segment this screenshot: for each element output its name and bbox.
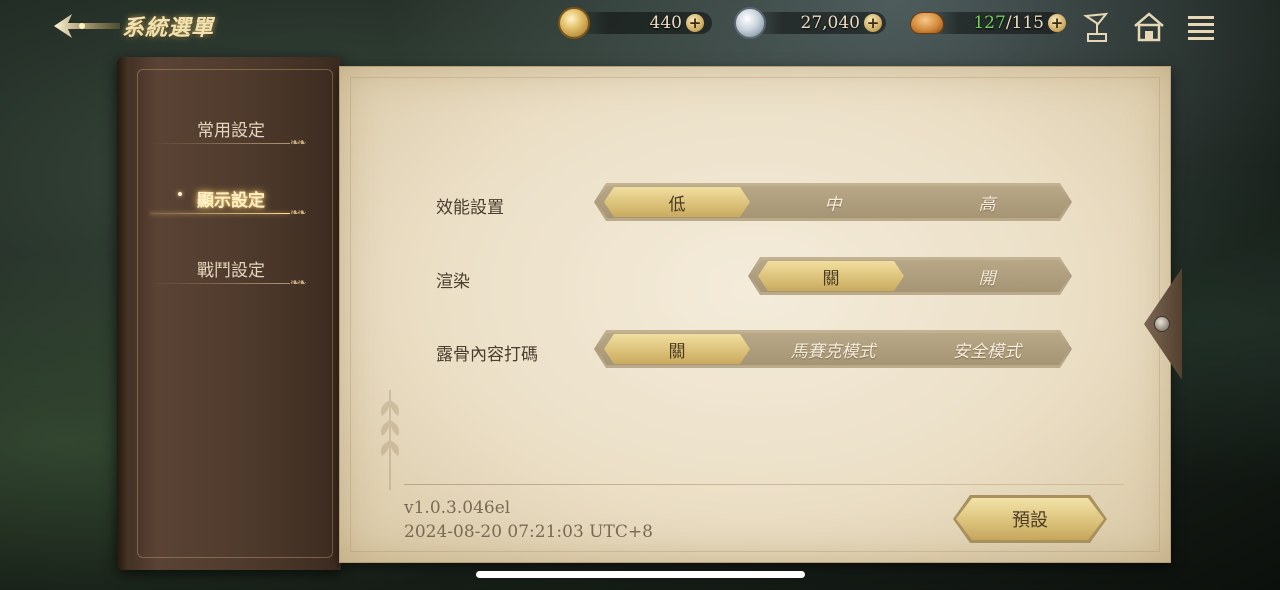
- divider: [404, 484, 1124, 485]
- performance-option-high[interactable]: 高: [914, 187, 1060, 217]
- rendering-option-on[interactable]: 開: [914, 261, 1060, 291]
- rendering-selector: 關 開: [748, 257, 1072, 295]
- home-icon[interactable]: [1132, 10, 1166, 44]
- gold-coin-icon: [558, 7, 590, 39]
- sidebar-item-label: 戰鬥設定: [197, 261, 265, 281]
- menu-icon[interactable]: [1184, 10, 1218, 44]
- performance-label: 效能設置: [436, 198, 504, 218]
- stamina-current: 127: [973, 13, 1006, 33]
- stamina-amount: 127/115: [944, 13, 1044, 33]
- censor-label: 露骨內容打碼: [436, 345, 538, 365]
- performance-option-low[interactable]: 低: [604, 187, 750, 217]
- sidebar-item-label: 常用設定: [197, 121, 265, 141]
- censor-selector: 關 馬賽克模式 安全模式: [594, 330, 1072, 368]
- reset-default-button[interactable]: 預設: [956, 498, 1104, 540]
- sprig-icon: ❧❧: [290, 276, 307, 289]
- censor-option-safe[interactable]: 安全模式: [914, 334, 1060, 364]
- version-text: v1.0.3.046el: [404, 498, 511, 518]
- censor-option-mosaic[interactable]: 馬賽克模式: [760, 334, 906, 364]
- stamina-max: /115: [1005, 13, 1044, 33]
- add-gold-button[interactable]: +: [686, 14, 704, 32]
- censor-option-off[interactable]: 關: [604, 334, 750, 364]
- timestamp-text: 2024-08-20 07:21:03 UTC+8: [404, 522, 653, 542]
- knob-icon: [1154, 316, 1170, 332]
- performance-option-mid[interactable]: 中: [760, 187, 906, 217]
- settings-panel: [339, 66, 1171, 563]
- add-stamina-button[interactable]: +: [1048, 14, 1066, 32]
- sprig-icon: ❧❧: [290, 206, 307, 219]
- back-arrow-icon: [54, 14, 120, 38]
- sidebar-item-display[interactable]: 顯示設定 ❧❧: [150, 186, 316, 226]
- bread-icon: [910, 12, 944, 34]
- add-silver-button[interactable]: +: [864, 14, 882, 32]
- rendering-option-off[interactable]: 關: [758, 261, 904, 291]
- screen-title: 系統選單: [122, 15, 215, 41]
- silver-amount: 27,040: [800, 13, 860, 33]
- sidebar-item-general[interactable]: 常用設定 ❧❧: [150, 116, 316, 156]
- rendering-label: 渲染: [436, 272, 470, 292]
- gold-resource: 440 +: [558, 7, 716, 39]
- sprig-icon: ❧❧: [290, 136, 307, 149]
- gramophone-icon[interactable]: [1080, 10, 1114, 44]
- performance-selector: 低 中 高: [594, 183, 1072, 221]
- wheat-decoration-icon: [381, 390, 399, 490]
- silver-resource: 27,040 +: [734, 7, 890, 39]
- gold-amount: 440: [649, 13, 682, 33]
- home-indicator[interactable]: [476, 571, 805, 578]
- sidebar-item-battle[interactable]: 戰鬥設定 ❧❧: [150, 256, 316, 296]
- stamina-resource: 127/115 +: [910, 8, 1066, 38]
- silver-coin-icon: [734, 7, 766, 39]
- sidebar-item-label: 顯示設定: [197, 191, 265, 211]
